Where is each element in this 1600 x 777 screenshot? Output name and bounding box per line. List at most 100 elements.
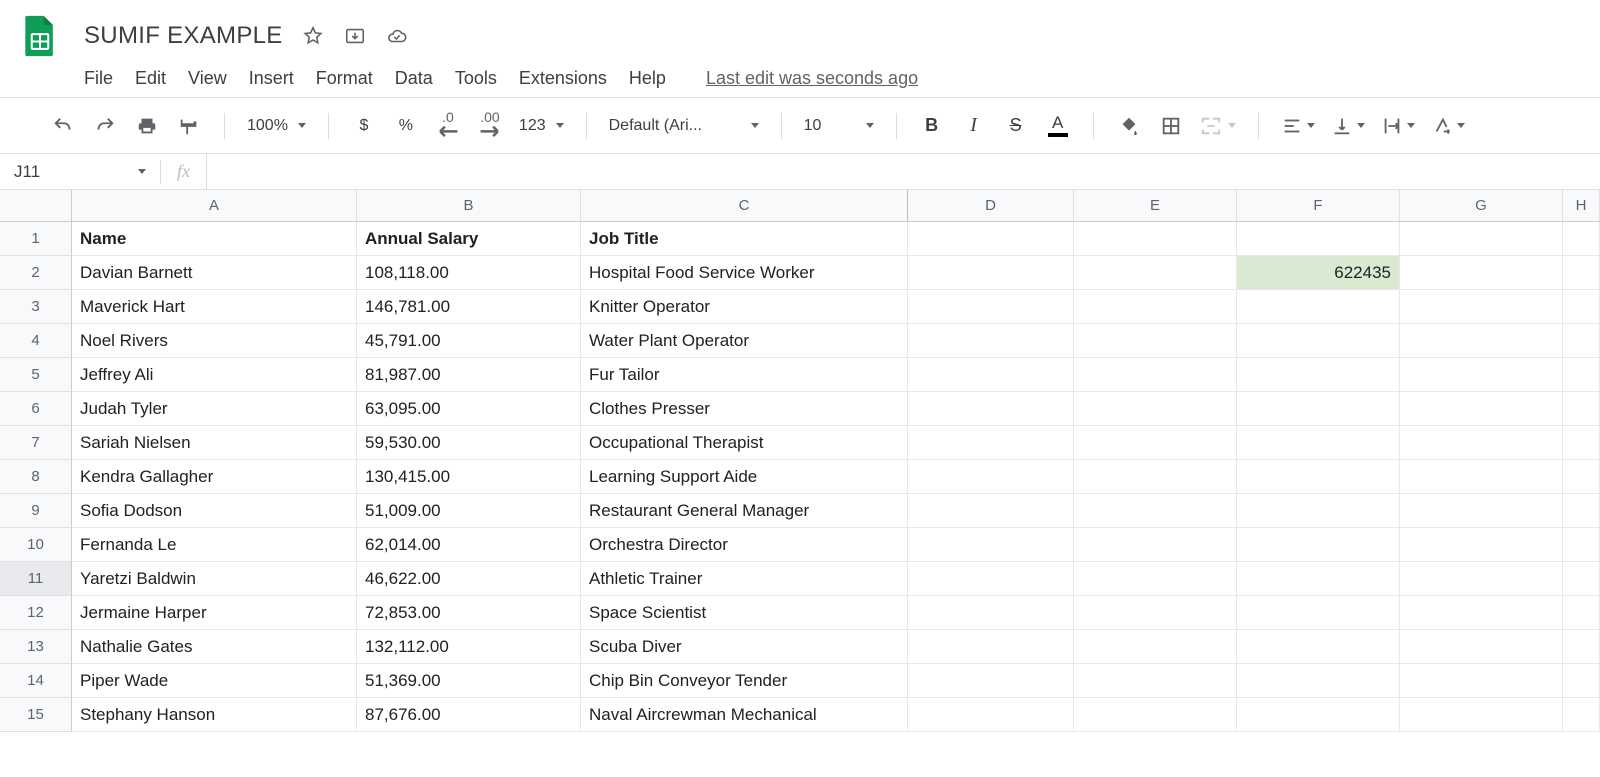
vertical-align-button[interactable]: [1331, 112, 1365, 140]
horizontal-align-button[interactable]: [1281, 112, 1315, 140]
cell[interactable]: [1400, 596, 1563, 630]
cell[interactable]: [908, 460, 1074, 494]
cell[interactable]: [1074, 596, 1237, 630]
cell[interactable]: [908, 358, 1074, 392]
cell[interactable]: [1400, 324, 1563, 358]
row-header[interactable]: 7: [0, 426, 72, 460]
menu-view[interactable]: View: [188, 68, 227, 89]
cell[interactable]: [1237, 494, 1400, 528]
cell[interactable]: Jermaine Harper: [72, 596, 357, 630]
cell[interactable]: [1237, 528, 1400, 562]
row-header[interactable]: 12: [0, 596, 72, 630]
cell[interactable]: Noel Rivers: [72, 324, 357, 358]
cell[interactable]: [908, 698, 1074, 732]
star-icon[interactable]: [301, 24, 325, 48]
cell[interactable]: Stephany Hanson: [72, 698, 357, 732]
cell[interactable]: [908, 392, 1074, 426]
cell[interactable]: 132,112.00: [357, 630, 581, 664]
formula-input[interactable]: [206, 154, 1600, 189]
cell[interactable]: [908, 290, 1074, 324]
row-header[interactable]: 8: [0, 460, 72, 494]
cell[interactable]: [1237, 358, 1400, 392]
col-header-E[interactable]: E: [1074, 190, 1237, 222]
cell[interactable]: [1074, 392, 1237, 426]
cell[interactable]: [1400, 426, 1563, 460]
cell[interactable]: [1400, 528, 1563, 562]
cell[interactable]: [1074, 664, 1237, 698]
cell[interactable]: [908, 324, 1074, 358]
cell[interactable]: [1074, 290, 1237, 324]
cell[interactable]: [1563, 664, 1600, 698]
cell[interactable]: [1563, 562, 1600, 596]
cell[interactable]: Piper Wade: [72, 664, 357, 698]
cell[interactable]: Annual Salary: [357, 222, 581, 256]
cell[interactable]: [1563, 528, 1600, 562]
menu-tools[interactable]: Tools: [455, 68, 497, 89]
cell[interactable]: Fur Tailor: [581, 358, 908, 392]
cell[interactable]: [1237, 596, 1400, 630]
cell[interactable]: Scuba Diver: [581, 630, 908, 664]
cell[interactable]: Sariah Nielsen: [72, 426, 357, 460]
redo-icon[interactable]: [92, 112, 118, 140]
cell[interactable]: [1400, 256, 1563, 290]
strikethrough-button[interactable]: S: [1003, 112, 1029, 140]
col-header-F[interactable]: F: [1237, 190, 1400, 222]
more-formats-dropdown[interactable]: 123: [519, 117, 564, 135]
row-header[interactable]: 11: [0, 562, 72, 596]
cell[interactable]: [1563, 358, 1600, 392]
cell[interactable]: [1400, 460, 1563, 494]
undo-icon[interactable]: [50, 112, 76, 140]
cell[interactable]: [1074, 562, 1237, 596]
col-header-B[interactable]: B: [357, 190, 581, 222]
cell[interactable]: [1563, 290, 1600, 324]
increase-decimal-button[interactable]: .00: [477, 112, 503, 140]
cell[interactable]: [1563, 630, 1600, 664]
text-color-button[interactable]: A: [1045, 112, 1071, 140]
cell[interactable]: 51,369.00: [357, 664, 581, 698]
cell[interactable]: 62,014.00: [357, 528, 581, 562]
cell[interactable]: Name: [72, 222, 357, 256]
col-header-D[interactable]: D: [908, 190, 1074, 222]
cell[interactable]: [908, 528, 1074, 562]
row-header[interactable]: 2: [0, 256, 72, 290]
cell[interactable]: [908, 222, 1074, 256]
format-currency-button[interactable]: $: [351, 112, 377, 140]
cell[interactable]: [1237, 290, 1400, 324]
merge-cells-button[interactable]: [1200, 112, 1236, 140]
print-icon[interactable]: [134, 112, 160, 140]
cell[interactable]: [1074, 222, 1237, 256]
sheets-logo[interactable]: [16, 12, 64, 60]
cell[interactable]: [1237, 664, 1400, 698]
cell[interactable]: Chip Bin Conveyor Tender: [581, 664, 908, 698]
cell[interactable]: [1400, 392, 1563, 426]
cell[interactable]: Knitter Operator: [581, 290, 908, 324]
cell[interactable]: Restaurant General Manager: [581, 494, 908, 528]
row-header[interactable]: 4: [0, 324, 72, 358]
menu-data[interactable]: Data: [395, 68, 433, 89]
last-edit-link[interactable]: Last edit was seconds ago: [706, 68, 918, 89]
col-header-A[interactable]: A: [72, 190, 357, 222]
spreadsheet-grid[interactable]: A B C D E F G H 1 Name Annual Salary Job…: [0, 190, 1600, 732]
text-wrap-button[interactable]: [1381, 112, 1415, 140]
row-header[interactable]: 14: [0, 664, 72, 698]
cell[interactable]: [1563, 596, 1600, 630]
cell[interactable]: [1563, 392, 1600, 426]
cell[interactable]: 46,622.00: [357, 562, 581, 596]
cell[interactable]: Orchestra Director: [581, 528, 908, 562]
cell[interactable]: [908, 562, 1074, 596]
cell[interactable]: [908, 426, 1074, 460]
cell[interactable]: Davian Barnett: [72, 256, 357, 290]
cell[interactable]: Learning Support Aide: [581, 460, 908, 494]
zoom-dropdown[interactable]: 100%: [247, 117, 306, 135]
menu-help[interactable]: Help: [629, 68, 666, 89]
select-all-corner[interactable]: [0, 190, 72, 222]
fill-color-button[interactable]: [1116, 112, 1142, 140]
font-size-dropdown[interactable]: 10: [804, 117, 874, 135]
row-header[interactable]: 10: [0, 528, 72, 562]
cell[interactable]: [1237, 426, 1400, 460]
cell[interactable]: Maverick Hart: [72, 290, 357, 324]
cell[interactable]: Nathalie Gates: [72, 630, 357, 664]
cell[interactable]: 146,781.00: [357, 290, 581, 324]
cell[interactable]: [908, 630, 1074, 664]
cell[interactable]: [1400, 630, 1563, 664]
